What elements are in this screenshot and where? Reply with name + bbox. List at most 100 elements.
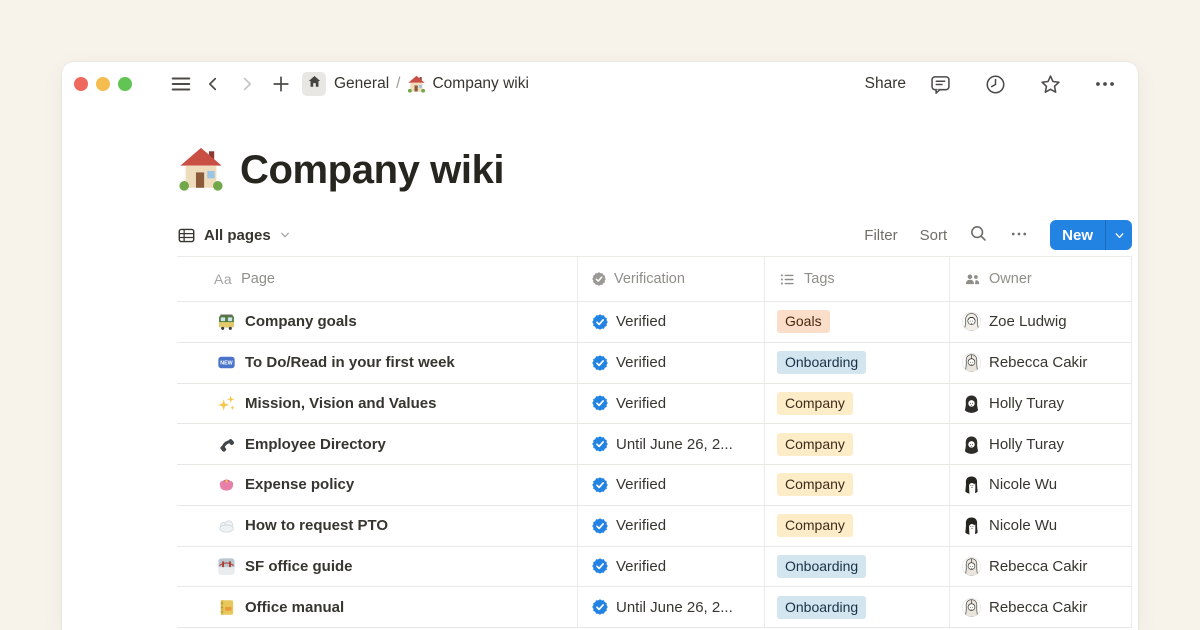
new-row-dropdown-button[interactable] (1105, 220, 1132, 250)
hamburger-icon (170, 73, 192, 95)
tag-pill: Company (777, 433, 853, 456)
view-controls: Filter Sort (864, 220, 1132, 250)
owner-cell[interactable]: Rebecca Cakir (950, 587, 1132, 627)
owner-name: Nicole Wu (989, 517, 1057, 534)
new-row-button-group: New (1050, 220, 1132, 250)
avatar (962, 312, 981, 331)
table-row[interactable]: Company goals Verified Goals Zoe Ludwig (177, 302, 1132, 343)
column-header-owner[interactable]: Owner (950, 257, 1132, 301)
house-with-garden-emoji-icon[interactable] (177, 146, 225, 194)
table-row[interactable]: SF office guide Verified Onboarding Rebe… (177, 547, 1132, 588)
tags-cell[interactable]: Onboarding (765, 547, 950, 587)
zoom-window-button[interactable] (118, 77, 132, 91)
verification-cell[interactable]: Verified (578, 506, 765, 546)
sidebar-menu-button[interactable] (168, 71, 194, 97)
house-with-garden-emoji-icon (407, 75, 426, 94)
tags-cell[interactable]: Company (765, 384, 950, 424)
view-options-button[interactable] (1010, 225, 1028, 246)
owner-cell[interactable]: Rebecca Cakir (950, 547, 1132, 587)
page-cell[interactable]: To Do/Read in your first week (177, 343, 578, 383)
verification-cell[interactable]: Until June 26, 2... (578, 424, 765, 464)
verification-cell[interactable]: Verified (578, 343, 765, 383)
page-link[interactable]: Expense policy (245, 476, 354, 493)
tags-cell[interactable]: Company (765, 506, 950, 546)
tags-cell[interactable]: Goals (765, 302, 950, 342)
tram-emoji-icon (217, 312, 236, 331)
wiki-table: Aa Page Verification Tags (177, 256, 1132, 628)
close-window-button[interactable] (74, 77, 88, 91)
owner-cell[interactable]: Nicole Wu (950, 465, 1132, 505)
breadcrumb-page[interactable]: Company wiki (407, 75, 528, 94)
plus-icon (271, 74, 291, 94)
favorite-button[interactable] (1037, 71, 1063, 97)
verification-cell[interactable]: Verified (578, 302, 765, 342)
table-header-row: Aa Page Verification Tags (177, 256, 1132, 302)
owner-cell[interactable]: Rebecca Cakir (950, 343, 1132, 383)
table-row[interactable]: To Do/Read in your first week Verified O… (177, 343, 1132, 384)
nav-forward-button[interactable] (234, 71, 260, 97)
search-icon (969, 224, 988, 246)
new-row-button[interactable]: New (1050, 220, 1105, 250)
verification-cell[interactable]: Verified (578, 465, 765, 505)
page-header: Company wiki (177, 146, 504, 194)
more-options-button[interactable] (1092, 71, 1118, 97)
column-header-page[interactable]: Aa Page (177, 257, 578, 301)
verification-cell[interactable]: Verified (578, 547, 765, 587)
table-row[interactable]: Office manual Until June 26, 2... Onboar… (177, 587, 1132, 628)
page-link[interactable]: Company goals (245, 313, 357, 330)
page-cell[interactable]: How to request PTO (177, 506, 578, 546)
owner-name: Holly Turay (989, 395, 1064, 412)
page-link[interactable]: SF office guide (245, 558, 353, 575)
table-row[interactable]: How to request PTO Verified Company Nico… (177, 506, 1132, 547)
owner-cell[interactable]: Holly Turay (950, 384, 1132, 424)
topbar-actions: Share (865, 71, 1118, 97)
page-cell[interactable]: Employee Directory (177, 424, 578, 464)
breadcrumb-teamspace[interactable]: General (334, 75, 389, 93)
share-button[interactable]: Share (865, 75, 906, 93)
filter-button[interactable]: Filter (864, 227, 897, 244)
minimize-window-button[interactable] (96, 77, 110, 91)
owner-name: Nicole Wu (989, 476, 1057, 493)
owner-cell[interactable]: Nicole Wu (950, 506, 1132, 546)
purse-emoji-icon (217, 475, 236, 494)
column-header-tags[interactable]: Tags (765, 257, 950, 301)
table-row[interactable]: Mission, Vision and Values Verified Comp… (177, 384, 1132, 425)
tags-cell[interactable]: Company (765, 424, 950, 464)
verification-cell[interactable]: Until June 26, 2... (578, 587, 765, 627)
verified-badge-icon (592, 314, 608, 330)
table-row[interactable]: Employee Directory Until June 26, 2... C… (177, 424, 1132, 465)
sort-button[interactable]: Sort (920, 227, 948, 244)
page-cell[interactable]: Company goals (177, 302, 578, 342)
new-page-button[interactable] (268, 71, 294, 97)
page-link[interactable]: Office manual (245, 599, 344, 616)
view-tab-all-pages[interactable]: All pages (177, 226, 291, 245)
owner-cell[interactable]: Zoe Ludwig (950, 302, 1132, 342)
table-row[interactable]: Expense policy Verified Company Nicole W… (177, 465, 1132, 506)
tags-cell[interactable]: Company (765, 465, 950, 505)
search-button[interactable] (969, 224, 988, 246)
page-cell[interactable]: Office manual (177, 587, 578, 627)
comments-button[interactable] (927, 71, 953, 97)
avatar (962, 353, 981, 372)
page-cell[interactable]: Mission, Vision and Values (177, 384, 578, 424)
owner-cell[interactable]: Holly Turay (950, 424, 1132, 464)
verified-badge-icon (592, 599, 608, 615)
tags-cell[interactable]: Onboarding (765, 587, 950, 627)
tags-cell[interactable]: Onboarding (765, 343, 950, 383)
page-link[interactable]: Mission, Vision and Values (245, 395, 436, 412)
breadcrumb-teamspace-icon[interactable] (302, 72, 326, 96)
page-link[interactable]: How to request PTO (245, 517, 388, 534)
verification-cell[interactable]: Verified (578, 384, 765, 424)
column-header-verification[interactable]: Verification (578, 257, 765, 301)
page-cell[interactable]: Expense policy (177, 465, 578, 505)
page-link[interactable]: To Do/Read in your first week (245, 354, 455, 371)
tag-pill: Onboarding (777, 555, 866, 578)
nav-back-button[interactable] (200, 71, 226, 97)
home-icon (307, 74, 322, 94)
updates-button[interactable] (982, 71, 1008, 97)
page-cell[interactable]: SF office guide (177, 547, 578, 587)
page-link[interactable]: Employee Directory (245, 436, 386, 453)
owner-name: Rebecca Cakir (989, 558, 1087, 575)
traffic-lights (74, 77, 132, 91)
page-title[interactable]: Company wiki (240, 146, 504, 194)
